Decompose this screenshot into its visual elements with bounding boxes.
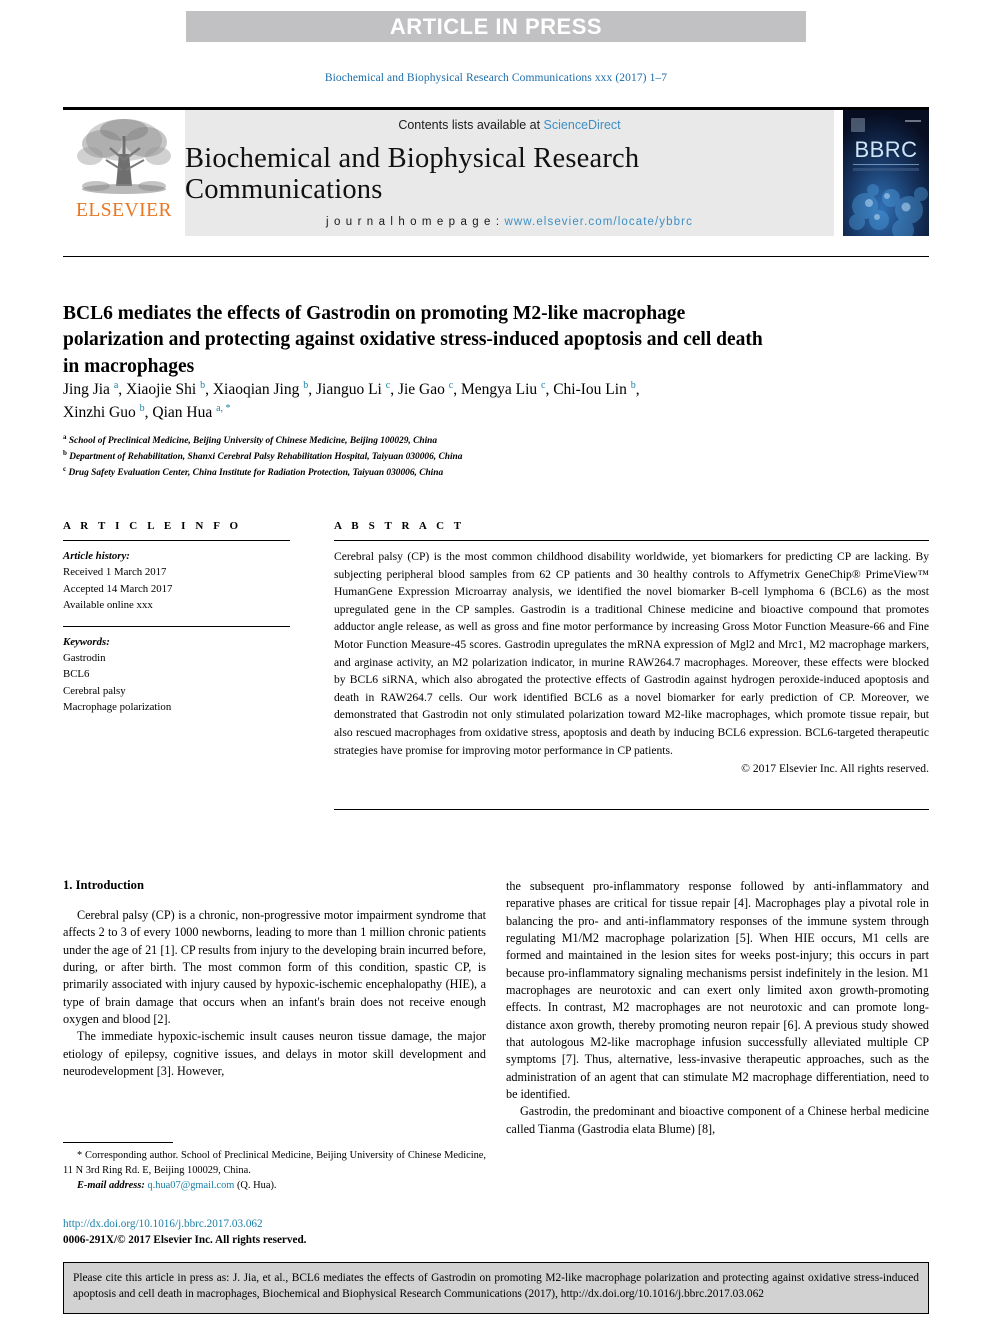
- article-info-heading: A R T I C L E I N F O: [63, 520, 242, 532]
- keyword-item: Gastrodin: [63, 652, 106, 665]
- keyword-item: Cerebral palsy: [63, 684, 126, 697]
- affiliation-text: Drug Safety Evaluation Center, China Ins…: [68, 468, 444, 479]
- citation-box: Please cite this article in press as: J.…: [63, 1262, 929, 1314]
- footnote-block: * Corresponding author. School of Precli…: [63, 1148, 486, 1194]
- keywords-block: Keywords: Gastrodin BCL6 Cerebral palsy …: [63, 634, 290, 716]
- article-info-rule-mid: [63, 625, 290, 627]
- journal-masthead: ELSEVIER Contents lists available at Sci…: [63, 107, 929, 236]
- journal-title: Biochemical and Biophysical Research Com…: [185, 142, 640, 205]
- affiliation-marker: b: [139, 403, 145, 415]
- affiliation-item: a School of Preclinical Medicine, Beijin…: [63, 432, 893, 448]
- affiliation-marker: a, *: [216, 403, 231, 415]
- svg-text:BBRC: BBRC: [854, 137, 917, 162]
- paragraph: The immediate hypoxic-ischemic insult ca…: [63, 1029, 486, 1078]
- article-title: BCL6 mediates the effects of Gastrodin o…: [63, 303, 763, 377]
- affiliation-marker: c: [63, 465, 67, 474]
- abstract-copyright: © 2017 Elsevier Inc. All rights reserved…: [741, 762, 929, 776]
- elsevier-wordmark: ELSEVIER: [75, 200, 173, 221]
- article-history-block: Article history: Received 1 March 2017 A…: [63, 548, 290, 614]
- elsevier-logo: ELSEVIER: [63, 110, 185, 236]
- keyword-item: Macrophage polarization: [63, 701, 172, 714]
- affiliation-marker: a: [113, 380, 119, 391]
- email-note: E-mail address: q.hua07@gmail.com (Q. Hu…: [63, 1178, 486, 1193]
- affiliation-marker: c: [541, 380, 546, 391]
- article-history-online: Available online xxx: [63, 599, 153, 612]
- affiliation-marker: b: [63, 449, 67, 458]
- article-history-received: Received 1 March 2017: [63, 566, 167, 579]
- article-in-press-banner: ARTICLE IN PRESS: [186, 11, 806, 42]
- issn-copyright-line: 0006-291X/© 2017 Elsevier Inc. All right…: [63, 1234, 307, 1247]
- citation-text: Please cite this article in press as: J.…: [73, 1272, 919, 1301]
- sciencedirect-link[interactable]: ScienceDirect: [544, 118, 621, 132]
- elsevier-tree-icon: [77, 119, 171, 194]
- abstract-text: Cerebral palsy (CP) is the most common c…: [334, 550, 929, 757]
- abstract-rule-top: [334, 540, 929, 541]
- abstract-panel: A B S T R A C T Cerebral palsy (CP) is t…: [334, 520, 929, 775]
- body-column-right: the subsequent pro-inflammatory response…: [506, 878, 929, 1138]
- article-info-panel: A R T I C L E I N F O Article history: R…: [63, 520, 290, 716]
- affiliation-item: b Department of Rehabilitation, Shanxi C…: [63, 448, 893, 464]
- affiliation-list: a School of Preclinical Medicine, Beijin…: [63, 432, 893, 481]
- journal-homepage-line: j o u r n a l h o m e p a g e : www.else…: [326, 216, 693, 228]
- corresponding-author-note: * Corresponding author. School of Precli…: [63, 1150, 486, 1177]
- article-history-label: Article history:: [63, 550, 130, 562]
- email-link[interactable]: q.hua07@gmail.com: [147, 1180, 234, 1191]
- affiliation-marker: a: [63, 433, 67, 441]
- journal-cover-thumbnail: BBRC: [843, 110, 929, 236]
- affiliation-item: c Drug Safety Evaluation Center, China I…: [63, 464, 893, 480]
- keyword-item: BCL6: [63, 668, 90, 681]
- affiliation-marker: b: [630, 380, 636, 391]
- affiliation-marker: b: [303, 380, 309, 391]
- article-page: ARTICLE IN PRESS Biochemical and Biophys…: [0, 0, 992, 1323]
- article-history-accepted: Accepted 14 March 2017: [63, 582, 173, 595]
- paragraph: Gastrodin, the predominant and bioactive…: [506, 1104, 929, 1136]
- paragraph: the subsequent pro-inflammatory response…: [506, 879, 929, 1101]
- homepage-prefix: j o u r n a l h o m e p a g e :: [326, 216, 505, 228]
- journal-homepage-link[interactable]: www.elsevier.com/locate/ybbrc: [504, 216, 693, 228]
- email-label: E-mail address:: [77, 1180, 145, 1192]
- abstract-rule-bottom: [334, 809, 929, 810]
- keywords-label: Keywords:: [63, 635, 110, 648]
- doi-block: http://dx.doi.org/10.1016/j.bbrc.2017.03…: [63, 1216, 493, 1248]
- section-heading-introduction: 1. Introduction: [63, 878, 144, 892]
- body-column-left: 1. Introduction Cerebral palsy (CP) is a…: [63, 878, 486, 1080]
- author-list: Jing Jia a, Xiaojie Shi b, Xiaoqian Jing…: [63, 378, 893, 425]
- author-line-2: Xinzhi Guo b, Qian Hua a, *: [63, 403, 231, 422]
- affiliation-marker: b: [200, 380, 206, 391]
- paragraph: Cerebral palsy (CP) is a chronic, non-pr…: [63, 908, 486, 1026]
- doi-link[interactable]: http://dx.doi.org/10.1016/j.bbrc.2017.03…: [63, 1216, 493, 1232]
- contents-lists-line: Contents lists available at ScienceDirec…: [398, 118, 620, 132]
- author-line-1: Jing Jia a, Xiaojie Shi b, Xiaoqian Jing…: [63, 380, 640, 399]
- bbrc-cover-art: BBRC: [843, 110, 929, 236]
- contents-prefix: Contents lists available at: [398, 118, 544, 132]
- abstract-heading: A B S T R A C T: [334, 520, 465, 532]
- email-owner: (Q. Hua).: [236, 1180, 277, 1192]
- running-head: Biochemical and Biophysical Research Com…: [324, 72, 668, 84]
- affiliation-marker: c: [448, 380, 454, 391]
- article-info-rule-top: [63, 540, 290, 541]
- title-divider: [63, 256, 929, 257]
- affiliation-text: School of Preclinical Medicine, Beijing …: [68, 436, 438, 447]
- footnote-divider: [63, 1142, 173, 1143]
- affiliation-text: Department of Rehabilitation, Shanxi Cer…: [69, 452, 463, 463]
- masthead-center: Contents lists available at ScienceDirec…: [185, 110, 834, 236]
- affiliation-marker: c: [385, 380, 391, 391]
- article-in-press-label: ARTICLE IN PRESS: [389, 13, 603, 39]
